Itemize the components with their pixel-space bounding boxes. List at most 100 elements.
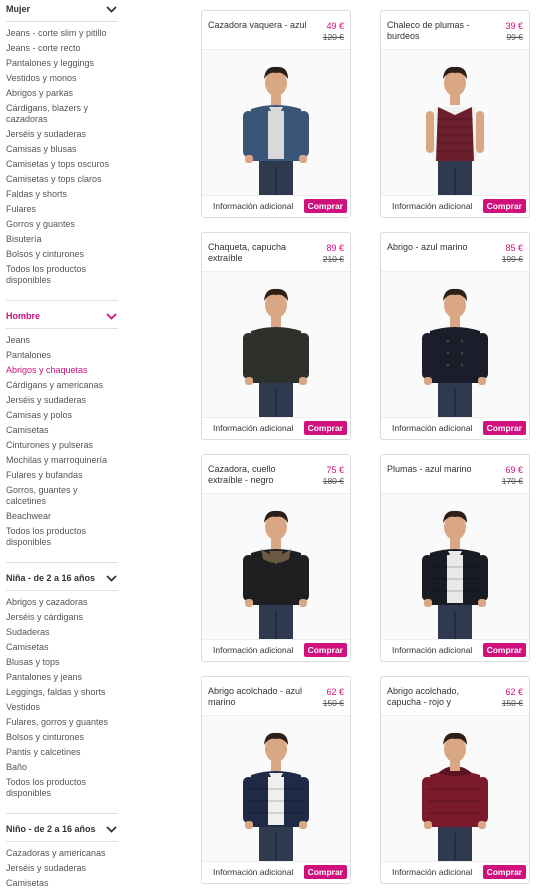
product-image[interactable] [231,493,321,639]
sidebar-item[interactable]: Camisetas [6,423,118,438]
sidebar-item[interactable]: Baño [6,760,118,775]
sidebar-item[interactable]: Camisas y polos [6,408,118,423]
sidebar-item[interactable]: Todos los productos disponibles [6,775,118,801]
sidebar-item[interactable]: Pantalones [6,348,118,363]
product-photo[interactable] [202,715,350,862]
sidebar-item[interactable]: Pantalones y leggings [6,56,118,71]
sidebar-item[interactable]: Bolsos y cinturones [6,730,118,745]
sidebar-item[interactable]: Camisas y blusas [6,142,118,157]
section-header[interactable]: Niña - de 2 a 16 años [6,569,122,587]
sidebar-item[interactable]: Cárdigans y americanas [6,378,118,393]
product-name[interactable]: Cazadora, cuello extraíble - negro [208,464,312,486]
sidebar-item[interactable]: Todos los productos disponibles [6,262,118,288]
sidebar-item[interactable]: Bisutería [6,232,118,247]
sidebar-item[interactable]: Gorros, guantes y calcetines [6,483,118,509]
sidebar-item[interactable]: Jerséis y sudaderas [6,127,118,142]
sidebar-item[interactable]: Camisetas y tops claros [6,172,118,187]
sidebar-item[interactable]: Fulares y bufandas [6,468,118,483]
sidebar-item[interactable]: Cárdigans, blazers y cazadoras [6,101,118,127]
product-card[interactable]: Cazadora vaquera - azul 49 €120 € Informac… [201,10,351,218]
product-photo[interactable] [202,493,350,640]
sidebar-item[interactable]: Camisetas [6,640,118,655]
sidebar-item[interactable]: Gorros y guantes [6,217,118,232]
sidebar-item[interactable]: Abrigos y chaquetas [6,363,118,378]
product-image[interactable] [410,271,500,417]
more-info-link[interactable]: Información adicional [213,645,293,655]
product-card[interactable]: Chaleco de plumas - burdeos 39 €99 € Infor… [380,10,530,218]
sidebar-item[interactable]: Todos los productos disponibles [6,524,118,550]
sidebar-item[interactable]: Pantis y calcetines [6,745,118,760]
sidebar-item[interactable]: Fulares [6,202,118,217]
more-info-link[interactable]: Información adicional [213,423,293,433]
more-info-link[interactable]: Información adicional [213,201,293,211]
product-name[interactable]: Abrigo acolchado - azul marino [208,686,312,708]
product-image[interactable] [410,49,500,195]
more-info-link[interactable]: Información adicional [392,867,472,877]
sidebar-item[interactable]: Cinturones y pulseras [6,438,118,453]
product-card[interactable]: Abrigo - azul marino 85 €199 € Información… [380,232,530,440]
buy-button[interactable]: Comprar [303,643,347,657]
product-name[interactable]: Abrigo acolchado, capucha - rojo y [387,686,491,708]
sidebar-item[interactable]: Jerséis y sudaderas [6,861,118,876]
product-name[interactable]: Plumas - azul marino [387,464,491,486]
product-card[interactable]: Chaqueta, capucha extraíble 89 €210 € Info… [201,232,351,440]
buy-button[interactable]: Comprar [482,421,526,435]
more-info-link[interactable]: Información adicional [392,645,472,655]
product-photo[interactable] [381,715,529,862]
product-image[interactable] [231,49,321,195]
sidebar-item[interactable]: Jeans - corte recto [6,41,118,56]
product-name[interactable]: Cazadora vaquera - azul [208,20,312,42]
buy-button[interactable]: Comprar [303,421,347,435]
sidebar-item[interactable]: Pantalones y jeans [6,670,118,685]
product-card[interactable]: Abrigo acolchado - azul marino 62 €150 € I… [201,676,351,884]
sidebar-item[interactable]: Sudaderas [6,625,118,640]
product-card[interactable]: Cazadora, cuello extraíble - negro 75 €18… [201,454,351,662]
sidebar-item[interactable]: Beachwear [6,509,118,524]
sidebar-item[interactable]: Bolsos y cinturones [6,247,118,262]
sidebar-item[interactable]: Camisetas [6,876,118,891]
sidebar-item[interactable]: Abrigos y cazadoras [6,595,118,610]
sidebar-item[interactable]: Vestidos y monos [6,71,118,86]
product-image[interactable] [231,715,321,861]
product-photo[interactable] [381,271,529,418]
sidebar-item[interactable]: Camisetas y tops oscuros [6,157,118,172]
product-card[interactable]: Plumas - azul marino 69 €170 € Información… [380,454,530,662]
chevron-down-icon[interactable] [104,2,118,16]
buy-button[interactable]: Comprar [303,865,347,879]
product-name[interactable]: Abrigo - azul marino [387,242,491,264]
sidebar-item[interactable]: Blusas y tops [6,655,118,670]
sidebar-item[interactable]: Jeans [6,333,118,348]
sidebar-item[interactable]: Mochilas y marroquinería [6,453,118,468]
product-photo[interactable] [381,493,529,640]
buy-button[interactable]: Comprar [482,865,526,879]
product-name[interactable]: Chaleco de plumas - burdeos [387,20,491,42]
chevron-down-icon[interactable] [104,309,118,323]
buy-button[interactable]: Comprar [303,199,347,213]
more-info-link[interactable]: Información adicional [392,201,472,211]
product-card[interactable]: Abrigo acolchado, capucha - rojo y 62 €15… [380,676,530,884]
chevron-down-icon[interactable] [104,822,118,836]
section-header[interactable]: Mujer [6,0,122,18]
product-name[interactable]: Chaqueta, capucha extraíble [208,242,312,264]
sidebar-item[interactable]: Jerséis y sudaderas [6,393,118,408]
sidebar-item[interactable]: Leggings, faldas y shorts [6,685,118,700]
sidebar-item[interactable]: Jeans - corte slim y pitillo [6,26,118,41]
buy-button[interactable]: Comprar [482,643,526,657]
sidebar-item[interactable]: Vestidos [6,700,118,715]
sidebar-item[interactable]: Cazadoras y americanas [6,846,118,861]
chevron-down-icon[interactable] [104,571,118,585]
product-image[interactable] [231,271,321,417]
product-image[interactable] [410,493,500,639]
more-info-link[interactable]: Información adicional [392,423,472,433]
sidebar-item[interactable]: Jerséis y cárdigans [6,610,118,625]
section-header[interactable]: Niño - de 2 a 16 años [6,820,122,838]
sidebar-item[interactable]: Faldas y shorts [6,187,118,202]
product-photo[interactable] [202,271,350,418]
section-header[interactable]: Hombre [6,307,122,325]
product-photo[interactable] [381,49,529,196]
product-image[interactable] [410,715,500,861]
sidebar-item[interactable]: Abrigos y parkas [6,86,118,101]
buy-button[interactable]: Comprar [482,199,526,213]
more-info-link[interactable]: Información adicional [213,867,293,877]
sidebar-item[interactable]: Fulares, gorros y guantes [6,715,118,730]
